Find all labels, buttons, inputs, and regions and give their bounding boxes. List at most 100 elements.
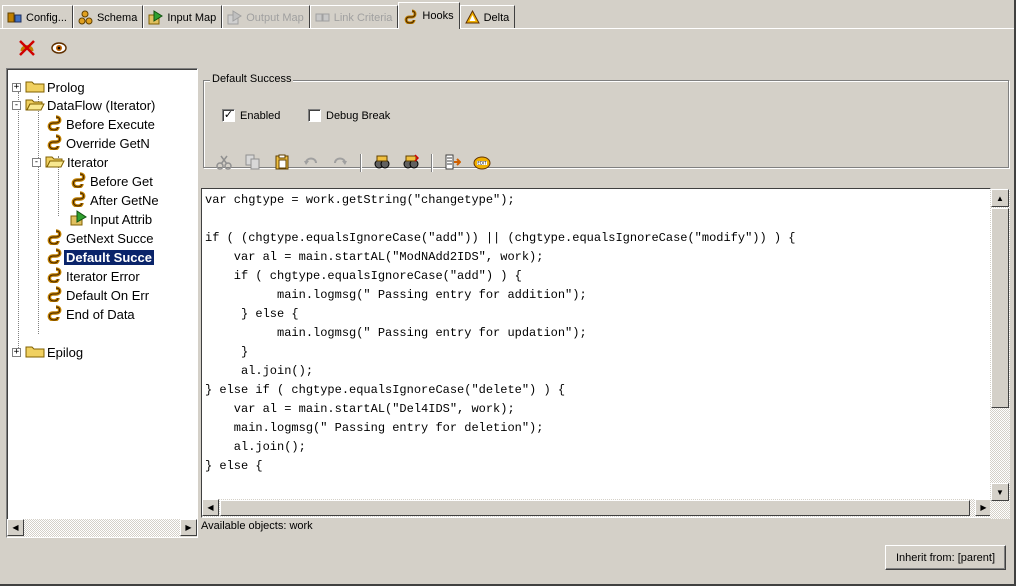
tree-node-before-execute[interactable]: Before Execute: [46, 115, 157, 134]
code-line[interactable]: al.join();: [205, 438, 983, 457]
tree-node-label: GetNext Succe: [66, 231, 154, 246]
tree-horizontal-scrollbar[interactable]: ◀ ▶: [7, 519, 197, 537]
tree-node-prolog[interactable]: + Prolog: [12, 78, 87, 97]
tree-node-dataflow[interactable]: - DataFlow (Iterator): [12, 96, 157, 115]
enabled-checkbox[interactable]: ✓ Enabled: [222, 109, 280, 122]
delete-hooks-icon: [18, 39, 36, 60]
tab-bar: Config... Schema Input Map Output Map Li…: [2, 2, 516, 29]
code-line[interactable]: } else if ( chgtype.equalsIgnoreCase("de…: [205, 381, 983, 400]
folder-open-icon: [25, 97, 45, 114]
expand-icon[interactable]: +: [12, 348, 21, 357]
debug-break-checkbox-box[interactable]: [308, 109, 321, 122]
editor-horizontal-scrollbar[interactable]: ◀ ▶: [202, 499, 992, 517]
scroll-track[interactable]: [24, 519, 180, 537]
tree-node-before-getnext[interactable]: Before Get: [70, 172, 155, 191]
scroll-left-button[interactable]: ◀: [7, 519, 24, 536]
tab-config[interactable]: Config...: [2, 5, 73, 29]
tab-schema[interactable]: Schema: [72, 5, 144, 29]
hook-icon: [46, 115, 64, 134]
hook-icon: [46, 267, 64, 286]
tree-node-label: After GetNe: [90, 193, 159, 208]
code-line[interactable]: var al = main.startAL("ModNAdd2IDS", wor…: [205, 248, 983, 267]
hooks-tree[interactable]: + Prolog - DataFlow (Iterator) Before Ex…: [7, 69, 197, 519]
arrow-left-icon: ◀: [207, 503, 214, 512]
input-map-icon: [70, 210, 88, 229]
scroll-thumb[interactable]: [991, 208, 1009, 408]
find-next-button[interactable]: [400, 153, 422, 173]
tree-node-after-getnext[interactable]: After GetNe: [70, 191, 161, 210]
delete-hooks-button[interactable]: [16, 39, 38, 59]
copy-button[interactable]: [242, 153, 264, 173]
tree-node-iterator[interactable]: - Iterator: [32, 153, 110, 172]
tab-hooks[interactable]: Hooks: [398, 2, 460, 29]
hook-icon: [70, 172, 88, 191]
code-line[interactable]: if ( chgtype.equalsIgnoreCase("add") ) {: [205, 267, 983, 286]
tab-label: Link Criteria: [333, 11, 393, 24]
redo-button[interactable]: [329, 153, 351, 173]
undo-icon: [303, 154, 319, 173]
script-editor[interactable]: var chgtype = work.getString("changetype…: [201, 188, 1010, 519]
collapse-icon[interactable]: -: [12, 101, 21, 110]
cut-button[interactable]: [213, 153, 235, 173]
scroll-right-button[interactable]: ▶: [180, 519, 197, 536]
tree-node-label: Prolog: [47, 80, 85, 95]
hooks-tree-panel: + Prolog - DataFlow (Iterator) Before Ex…: [6, 68, 198, 538]
code-line[interactable]: if ( (chgtype.equalsIgnoreCase("add")) |…: [205, 229, 983, 248]
view-button[interactable]: [48, 39, 70, 59]
undo-button[interactable]: [300, 153, 322, 173]
code-line[interactable]: var al = main.startAL("Del4IDS", work);: [205, 400, 983, 419]
hook-icon: [46, 305, 64, 324]
arrow-right-icon: ▶: [980, 503, 987, 512]
collapse-icon[interactable]: -: [32, 158, 41, 167]
goto-line-button[interactable]: [442, 153, 464, 173]
tab-output-map[interactable]: Output Map: [222, 5, 310, 29]
hook-icon: [46, 248, 64, 267]
code-line[interactable]: }: [205, 343, 983, 362]
tree-node-override-getnext[interactable]: Override GetN: [46, 134, 152, 153]
tree-node-getnext-success[interactable]: GetNext Succe: [46, 229, 155, 248]
code-line[interactable]: } else {: [205, 305, 983, 324]
schema-icon: [78, 10, 93, 25]
tab-delta[interactable]: Delta: [459, 5, 516, 29]
find-next-icon: [403, 153, 420, 173]
paste-button[interactable]: [271, 153, 293, 173]
tree-node-label: Override GetN: [66, 136, 150, 151]
find-button[interactable]: [371, 153, 393, 173]
debug-break-checkbox[interactable]: Debug Break: [308, 109, 390, 122]
code-line[interactable]: main.logmsg(" Passing entry for addition…: [205, 286, 983, 305]
script-code-area[interactable]: var chgtype = work.getString("changetype…: [205, 191, 983, 487]
redo-icon: [332, 154, 348, 173]
editor-toolbar: EDIT: [213, 152, 493, 174]
scroll-up-button[interactable]: ▲: [991, 189, 1009, 207]
hooks-toolbar: [16, 38, 70, 60]
inherit-from-button[interactable]: Inherit from: [parent]: [884, 545, 1006, 570]
tab-input-map[interactable]: Input Map: [143, 5, 223, 29]
code-line[interactable]: } else {: [205, 457, 983, 476]
hook-icon: [70, 191, 88, 210]
edit-button[interactable]: EDIT: [471, 153, 493, 173]
output-map-icon: [227, 10, 243, 25]
tree-node-end-of-data[interactable]: End of Data: [46, 305, 137, 324]
toolbar-separator: [360, 154, 362, 172]
code-line[interactable]: [205, 210, 983, 229]
tree-node-epilog[interactable]: + Epilog: [12, 343, 85, 362]
code-line[interactable]: al.join();: [205, 362, 983, 381]
editor-vertical-scrollbar[interactable]: ▲ ▼: [990, 189, 1010, 519]
code-line[interactable]: main.logmsg(" Passing entry for deletion…: [205, 419, 983, 438]
link-criteria-icon: [315, 10, 330, 25]
scroll-left-button[interactable]: ◀: [202, 499, 219, 516]
tree-node-default-on-error[interactable]: Default On Err: [46, 286, 151, 305]
scroll-thumb[interactable]: [220, 500, 970, 516]
tab-link-criteria[interactable]: Link Criteria: [309, 5, 399, 29]
tree-node-iterator-error[interactable]: Iterator Error: [46, 267, 142, 286]
code-line[interactable]: var chgtype = work.getString("changetype…: [205, 191, 983, 210]
tree-node-default-success[interactable]: Default Succe: [46, 248, 154, 267]
tree-node-input-attrib[interactable]: Input Attrib: [70, 210, 154, 229]
enabled-checkbox-box[interactable]: ✓: [222, 109, 235, 122]
scroll-down-button[interactable]: ▼: [991, 483, 1009, 501]
tree-node-label: Default On Err: [66, 288, 150, 303]
view-icon: [50, 39, 68, 60]
code-line[interactable]: main.logmsg(" Passing entry for updation…: [205, 324, 983, 343]
paste-icon: [274, 154, 290, 173]
expand-icon[interactable]: +: [12, 83, 21, 92]
